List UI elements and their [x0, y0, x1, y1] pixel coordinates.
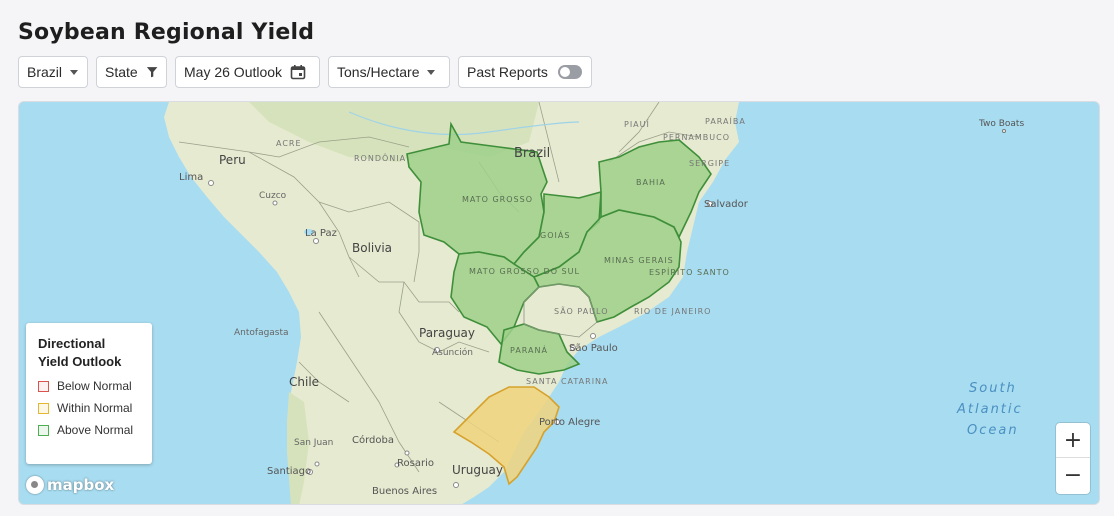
label-goias: GOIÁS — [540, 229, 570, 240]
label-mato-grosso: MATO GROSSO — [462, 195, 533, 204]
label-santiago: Santiago — [267, 466, 311, 477]
units-select[interactable]: Tons/Hectare — [328, 56, 450, 88]
label-sao-paulo-city: São Paulo — [569, 343, 618, 354]
label-mato-grosso-do-sul: MATO GROSSO DO SUL — [469, 267, 580, 276]
legend-item-above: Above Normal — [38, 423, 140, 437]
legend-label-above: Above Normal — [57, 423, 134, 437]
label-la-paz: La Paz — [305, 228, 337, 239]
label-antofagasta: Antofagasta — [234, 328, 289, 338]
label-bolivia: Bolivia — [352, 241, 392, 255]
state-filter-button[interactable]: State — [96, 56, 167, 88]
label-rondonia: RONDÔNIA — [354, 152, 406, 163]
label-minas-gerais: MINAS GERAIS — [604, 256, 674, 265]
label-acre: ACRE — [276, 139, 302, 148]
label-uruguay: Uruguay — [452, 463, 503, 477]
label-peru: Peru — [219, 153, 246, 167]
legend-label-below: Below Normal — [57, 379, 132, 393]
label-cordoba: Córdoba — [352, 434, 394, 446]
past-reports-label: Past Reports — [467, 64, 548, 80]
chevron-down-icon — [70, 69, 79, 75]
legend-item-within: Within Normal — [38, 401, 140, 415]
past-reports-toggle[interactable] — [557, 65, 582, 79]
country-select-label: Brazil — [27, 64, 63, 80]
label-cuzco: Cuzco — [259, 191, 287, 201]
legend-item-below: Below Normal — [38, 379, 140, 393]
label-chile: Chile — [289, 375, 319, 389]
label-south: South — [969, 381, 1017, 396]
label-lima: Lima — [179, 172, 203, 183]
label-asuncion: Asunción — [432, 347, 473, 358]
zoom-in-button[interactable]: + — [1056, 423, 1090, 458]
legend-title: Directional Yield Outlook — [38, 336, 122, 369]
country-select[interactable]: Brazil — [18, 56, 88, 88]
label-sao-paulo-state: SÃO PAULO — [554, 306, 609, 316]
label-pernambuco: PERNAMBUCO — [663, 133, 730, 142]
units-select-label: Tons/Hectare — [337, 64, 420, 80]
label-santa-catarina: SANTA CATARINA — [526, 377, 609, 386]
label-san-juan: San Juan — [294, 438, 333, 448]
label-parana: PARANÁ — [510, 344, 548, 355]
label-espirito-santo: ESPÍRITO SANTO — [649, 266, 730, 277]
label-sergipe: SERGIPE — [689, 159, 730, 168]
map-canvas[interactable]: Peru Lima Cuzco La Paz Bolivia ACRE ROND… — [18, 101, 1100, 505]
page-title: Soybean Regional Yield — [18, 20, 315, 45]
label-bahia: BAHIA — [636, 178, 666, 187]
legend-panel: Directional Yield Outlook Below Normal W… — [26, 323, 152, 464]
label-atlantic: Atlantic — [956, 402, 1023, 417]
label-salvador: Salvador — [704, 199, 749, 210]
filter-icon — [146, 67, 158, 78]
zoom-controls: + − — [1056, 423, 1090, 494]
label-paraiba: PARAÍBA — [705, 115, 746, 126]
label-rosario: Rosario — [397, 458, 434, 469]
legend-label-within: Within Normal — [57, 401, 133, 415]
legend-swatch-below — [38, 380, 49, 392]
label-piaui: PIAUÍ — [624, 118, 650, 129]
state-filter-label: State — [105, 64, 138, 80]
past-reports-toggle-control[interactable]: Past Reports — [458, 56, 592, 88]
legend-swatch-within — [38, 402, 49, 414]
label-buenos-aires: Buenos Aires — [372, 486, 437, 497]
chevron-down-icon — [427, 69, 436, 75]
map-svg: Peru Lima Cuzco La Paz Bolivia ACRE ROND… — [19, 102, 1099, 504]
label-ocean: Ocean — [967, 423, 1019, 438]
label-two-boats: Two Boats — [978, 119, 1024, 129]
mapbox-attribution: mapbox — [47, 476, 115, 494]
label-brazil: Brazil — [514, 146, 550, 161]
mapbox-logo[interactable]: mapbox — [26, 476, 114, 494]
zoom-out-button[interactable]: − — [1056, 458, 1090, 493]
label-porto-alegre: Porto Alegre — [539, 417, 600, 428]
outlook-date-picker[interactable]: May 26 Outlook — [175, 56, 320, 88]
legend-swatch-above — [38, 424, 49, 436]
outlook-date-label: May 26 Outlook — [184, 64, 283, 80]
label-rio-de-janeiro: RIO DE JANEIRO — [634, 307, 711, 316]
mapbox-icon — [26, 476, 44, 494]
calendar-icon — [290, 65, 306, 80]
label-paraguay: Paraguay — [419, 326, 475, 340]
